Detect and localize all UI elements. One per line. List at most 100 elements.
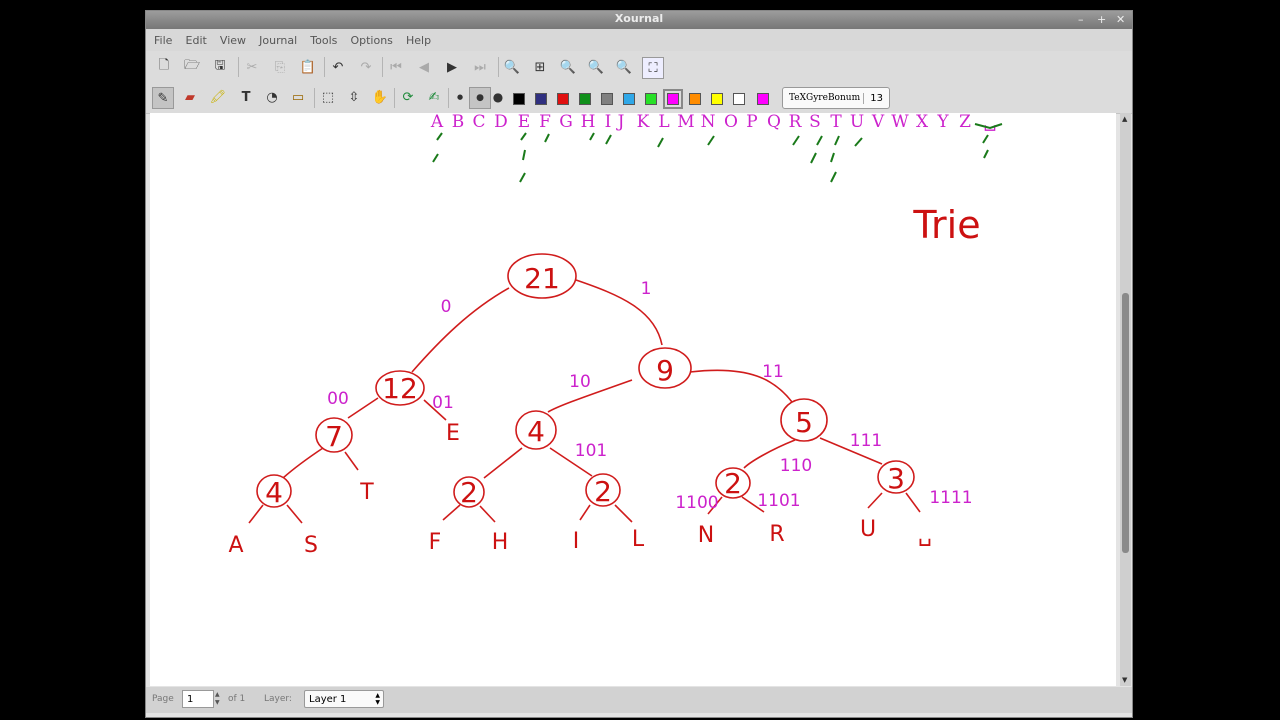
tree-text: Trie211297 4 54 2 2 2 3ETA S F H I L N R U ␣0100 0110 111… <box>228 203 980 558</box>
fullscreen-icon[interactable]: ⛶ <box>642 57 664 79</box>
menu-view[interactable]: View <box>220 30 246 52</box>
font-button[interactable]: TeXGyreBonum 13 <box>782 87 890 109</box>
leaf-letter: ␣ <box>918 522 932 547</box>
page-count: of 1 <box>228 694 246 704</box>
leaf-letter: N <box>698 523 714 548</box>
status-bar: Page 1 ▲ ▼ of 1 Layer: Layer 1 ▲ ▼ <box>146 687 1132 713</box>
paste-icon[interactable]: 📋 <box>298 57 318 77</box>
last-page-icon[interactable]: ⏭ <box>470 57 490 77</box>
select-rectangle-icon[interactable]: ⬚ <box>318 87 338 107</box>
color-swatch[interactable] <box>557 93 569 105</box>
layer-label: Layer: <box>264 694 292 704</box>
highlighter-icon[interactable]: 🖍 <box>208 87 228 107</box>
edge-label: 00 <box>327 389 349 409</box>
note-canvas[interactable]: A B C D E F G H I J K L M N O P Q R S T U V W X Y Z ␣ <box>150 113 1116 686</box>
pen-icon[interactable]: ✎ <box>152 87 174 109</box>
alphabet-letter: H <box>581 113 596 132</box>
alphabet-letter: W <box>891 113 909 132</box>
node-value: 2 <box>724 467 742 500</box>
thick-pen-icon[interactable]: ● <box>488 87 508 107</box>
redo-icon[interactable]: ↷ <box>356 57 376 77</box>
edge-label: 1111 <box>929 488 972 508</box>
leaf-letter: R <box>769 522 784 547</box>
main-toolbar: 🗋 🗁 🖫 ✂ ⎘ 📋 ↶ ↷ ⏮ ◀ ▶ ⏭ 🔍 ⊞ 🔍 🔍 🔍 ⛶ <box>146 51 1132 84</box>
minimize-button[interactable]: – <box>1078 13 1084 26</box>
previous-page-icon[interactable]: ◀ <box>414 57 434 77</box>
color-swatch[interactable] <box>757 93 769 105</box>
color-swatch[interactable] <box>513 93 525 105</box>
next-page-icon[interactable]: ▶ <box>442 57 462 77</box>
page-number-field[interactable]: 1 <box>182 690 214 708</box>
color-swatch[interactable] <box>579 93 591 105</box>
first-page-icon[interactable]: ⏮ <box>386 57 406 77</box>
page-label: Page <box>152 694 174 704</box>
shape-recognizer-icon[interactable]: ◔ <box>262 87 282 107</box>
default-tools-icon[interactable]: ⟳ <box>398 87 418 107</box>
color-swatch[interactable] <box>535 93 547 105</box>
layer-dropdown[interactable]: Layer 1 ▲ ▼ <box>304 690 384 708</box>
scrollbar-thumb[interactable] <box>1122 293 1129 553</box>
cut-icon[interactable]: ✂ <box>242 57 262 77</box>
alphabet-letter: G <box>559 113 573 132</box>
menu-help[interactable]: Help <box>406 30 431 52</box>
color-swatch[interactable] <box>623 93 635 105</box>
node-value: 2 <box>460 476 478 509</box>
close-button[interactable]: ✕ <box>1116 13 1125 26</box>
alphabet-letter: T <box>830 113 842 132</box>
zoom-in-icon[interactable]: 🔍 <box>558 57 578 77</box>
undo-icon[interactable]: ↶ <box>328 57 348 77</box>
normal-size-icon[interactable]: 🔍 <box>586 57 606 77</box>
open-file-icon[interactable]: 🗁 <box>182 57 202 77</box>
page-width-icon[interactable]: ⊞ <box>530 57 550 77</box>
color-swatch[interactable] <box>689 93 701 105</box>
font-size: 13 <box>863 92 889 104</box>
menu-tools[interactable]: Tools <box>310 30 337 52</box>
font-name: TeXGyreBonum <box>789 93 861 103</box>
alphabet-letter: D <box>494 113 508 132</box>
default-pen-icon[interactable]: ✍ <box>424 87 444 107</box>
text-tool-icon[interactable]: T <box>236 87 256 107</box>
eraser-icon[interactable]: ▰ <box>180 87 200 107</box>
copy-icon[interactable]: ⎘ <box>270 57 290 77</box>
color-swatch[interactable] <box>711 93 723 105</box>
new-file-icon[interactable]: 🗋 <box>154 57 174 77</box>
alphabet-letter: S <box>809 113 821 132</box>
alphabet-letter: A <box>430 113 444 132</box>
set-zoom-icon[interactable]: 🔍 <box>614 57 634 77</box>
alphabet-letter: Q <box>767 113 781 132</box>
menu-options[interactable]: Options <box>350 30 392 52</box>
alphabet-letter: I <box>605 113 612 132</box>
save-icon[interactable]: 🖫 <box>210 57 230 77</box>
alphabet-letter: Z <box>959 113 971 132</box>
color-swatch[interactable] <box>663 89 683 109</box>
ruler-icon[interactable]: ▭ <box>288 87 308 107</box>
leaf-letter: F <box>429 530 442 555</box>
scroll-down-icon[interactable]: ▼ <box>1122 676 1127 684</box>
color-swatch[interactable] <box>601 93 613 105</box>
alphabet-letter: O <box>724 113 738 132</box>
node-value: 12 <box>382 372 418 405</box>
toolbar-divider <box>394 88 395 108</box>
vertical-space-icon[interactable]: ⇳ <box>344 87 364 107</box>
scroll-up-icon[interactable]: ▲ <box>1122 115 1127 123</box>
vertical-scrollbar[interactable]: ▲ ▼ <box>1120 113 1131 686</box>
alphabet-letter: V <box>871 113 885 132</box>
hand-tool-icon[interactable]: ✋ <box>370 87 390 107</box>
leaf-letter: S <box>304 533 318 558</box>
menu-edit[interactable]: Edit <box>186 30 207 52</box>
menu-file[interactable]: File <box>154 30 172 52</box>
maximize-button[interactable]: + <box>1097 13 1106 26</box>
alphabet-letter: E <box>518 113 530 132</box>
color-swatch[interactable] <box>645 93 657 105</box>
alphabet-letter: L <box>658 113 669 132</box>
alphabet-letter: X <box>916 113 929 132</box>
leaf-letter: U <box>860 517 876 542</box>
color-swatch[interactable] <box>733 93 745 105</box>
zoom-out-icon[interactable]: 🔍 <box>502 57 522 77</box>
page-spinner[interactable]: ▲ ▼ <box>215 691 220 707</box>
edge-label: 1100 <box>675 493 718 513</box>
edge-label: 10 <box>569 372 591 392</box>
thin-pen-icon[interactable]: ● <box>450 87 470 107</box>
menu-journal[interactable]: Journal <box>259 30 297 52</box>
leaf-letter: T <box>359 480 374 505</box>
